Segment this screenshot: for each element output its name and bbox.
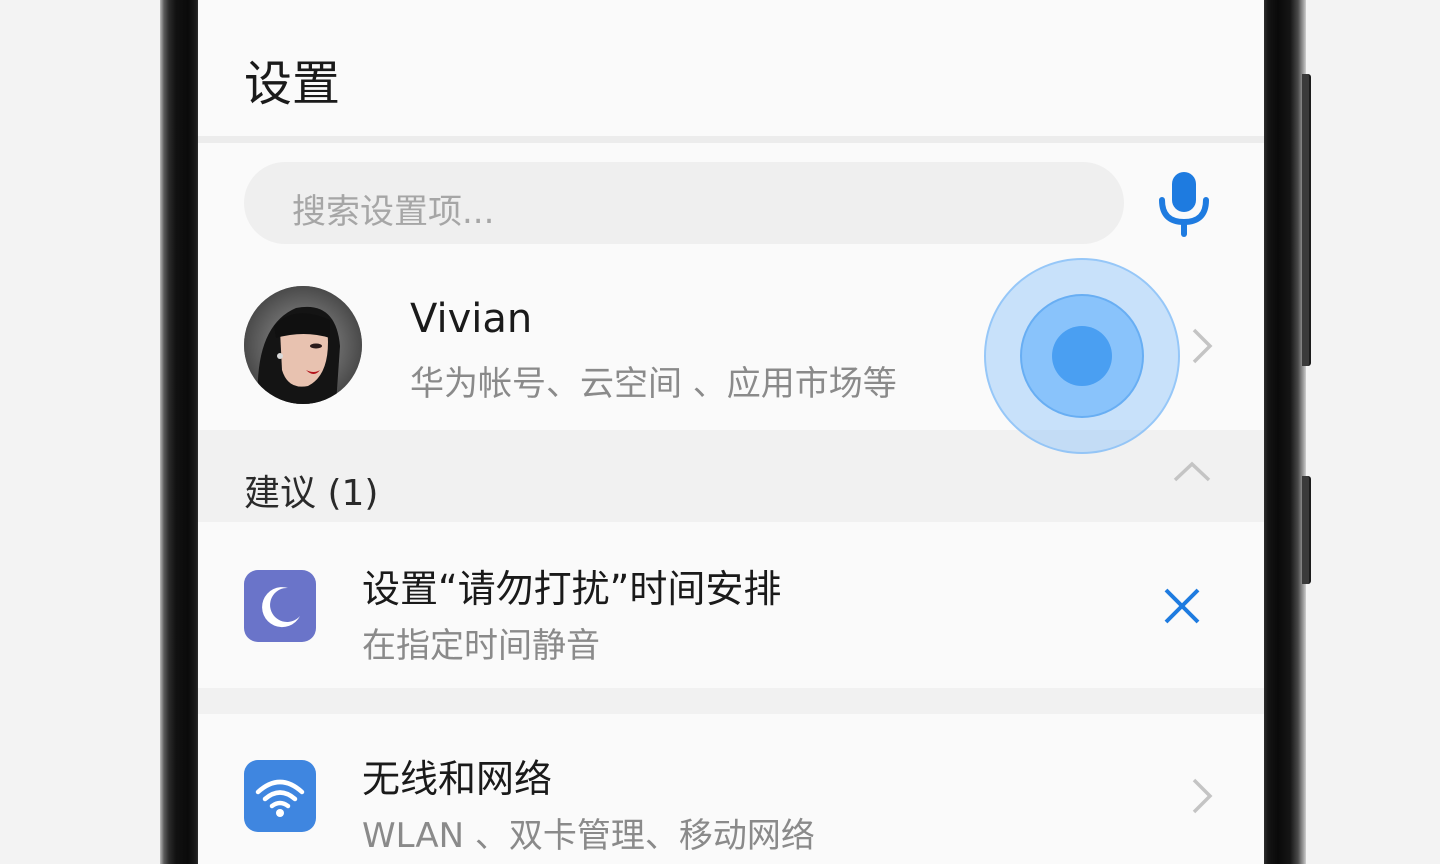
search-input[interactable]: 搜索设置项... [244, 162, 1124, 244]
power-button [1302, 476, 1311, 584]
touch-indicator-ring [1020, 294, 1144, 418]
suggestions-title: 建议 (1) [244, 473, 379, 514]
touch-indicator [984, 258, 1180, 454]
chevron-right-icon [1182, 326, 1222, 366]
close-icon[interactable] [1162, 586, 1202, 626]
account-name: Vivian [410, 296, 533, 342]
settings-screen: 设置 搜索设置项... Vivian 华为帐号、云空间 、应用市场等 建议 (1… [198, 0, 1264, 864]
suggestion-title: 设置“请勿打扰”时间安排 [362, 567, 782, 611]
phone-bezel-right [1264, 0, 1306, 864]
account-subtitle: 华为帐号、云空间 、应用市场等 [410, 364, 897, 404]
page-title: 设置 [244, 56, 341, 112]
suggestion-subtitle: 在指定时间静音 [362, 626, 600, 666]
phone-bezel-left [160, 0, 198, 864]
search-placeholder: 搜索设置项... [292, 192, 495, 232]
settings-item-subtitle: WLAN 、双卡管理、移动网络 [362, 816, 815, 856]
settings-item-wireless[interactable]: 无线和网络 WLAN 、双卡管理、移动网络 [198, 714, 1264, 864]
section-divider [198, 688, 1264, 714]
wifi-icon [244, 760, 316, 832]
header-divider [198, 136, 1264, 143]
avatar [244, 286, 362, 404]
suggestion-item[interactable]: 设置“请勿打扰”时间安排 在指定时间静音 [198, 522, 1264, 688]
touch-indicator-core [1052, 326, 1112, 386]
chevron-right-icon [1182, 776, 1222, 816]
volume-button [1302, 74, 1311, 366]
settings-item-title: 无线和网络 [362, 757, 553, 801]
microphone-icon[interactable] [1154, 168, 1214, 238]
moon-icon [244, 570, 316, 642]
chevron-up-icon[interactable] [1172, 454, 1212, 494]
